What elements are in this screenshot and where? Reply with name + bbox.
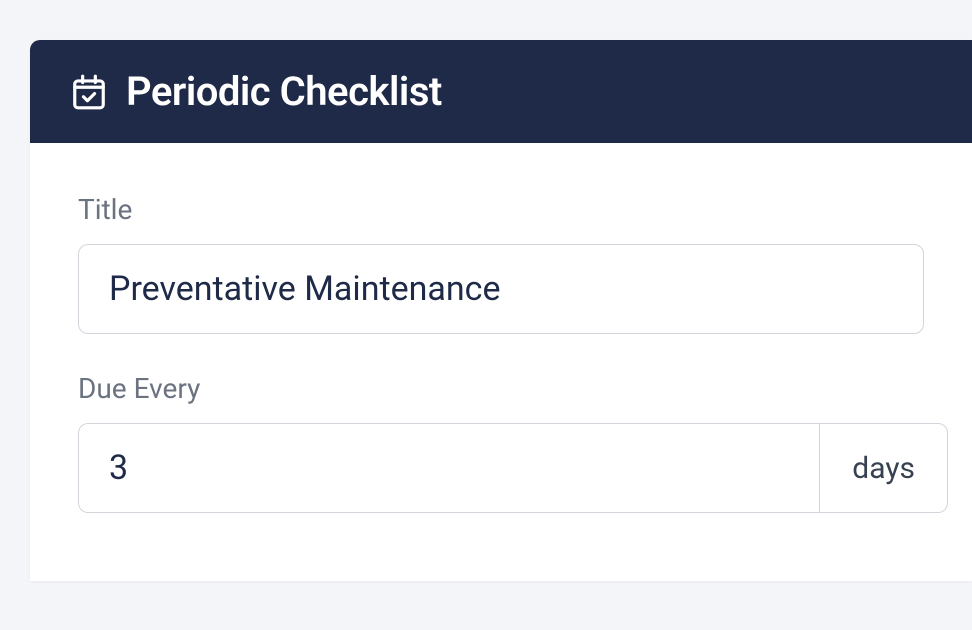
calendar-check-icon [70, 73, 108, 111]
title-input[interactable] [78, 244, 924, 334]
due-every-group: Due Every days [78, 372, 924, 513]
card-body: Title Due Every days [30, 143, 972, 581]
due-every-label: Due Every [78, 372, 924, 405]
due-every-input-group: days [78, 423, 948, 513]
title-group: Title [78, 193, 924, 334]
card-header: Periodic Checklist [30, 40, 972, 143]
card-title: Periodic Checklist [126, 68, 442, 115]
periodic-checklist-card: Periodic Checklist Title Due Every days [30, 40, 972, 581]
due-every-unit: days [819, 423, 948, 513]
due-every-input[interactable] [78, 423, 819, 513]
title-label: Title [78, 193, 924, 226]
